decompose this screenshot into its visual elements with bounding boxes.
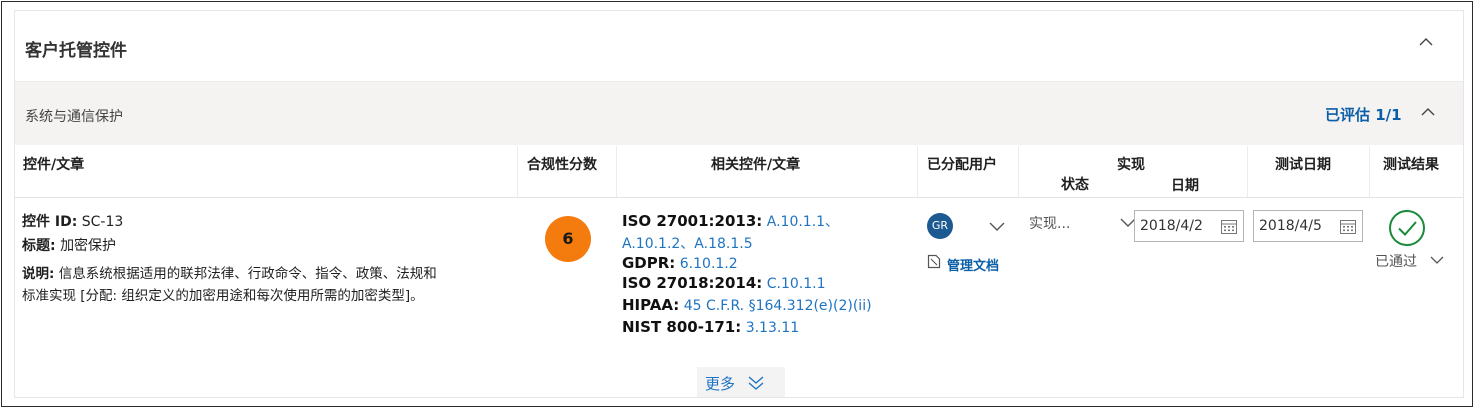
related-control-line: A.10.1.2、A.18.1.5 xyxy=(622,235,753,253)
check-circle-icon xyxy=(1389,210,1425,246)
column-header-implementation[interactable]: 实现 xyxy=(1117,154,1145,174)
user-avatar[interactable]: GR xyxy=(927,213,953,239)
control-description: 说明: 信息系统根据适用的联邦法律、行政命令、指令、政策、法规和 标准实现 [分… xyxy=(22,263,437,307)
column-divider xyxy=(616,146,617,197)
column-divider xyxy=(1018,146,1019,197)
control-title-value: 加密保护 xyxy=(60,238,117,254)
section-header[interactable]: 系统与通信保护 已评估 1/1 xyxy=(15,81,1463,145)
related-article-link[interactable]: 3.13.11 xyxy=(746,320,799,336)
control-description-line2: 标准实现 [分配: 组织定义的加密用途和每次使用所需的加密类型]。 xyxy=(22,288,424,304)
control-description-label: 说明: xyxy=(22,266,55,282)
document-icon xyxy=(927,254,941,269)
compliance-score-badge: 6 xyxy=(545,216,591,262)
column-divider xyxy=(1369,146,1370,197)
column-divider xyxy=(917,146,918,197)
test-date-value: 2018/4/5 xyxy=(1259,218,1322,234)
control-id: 控件 ID: SC-13 xyxy=(22,211,123,233)
column-divider xyxy=(1247,146,1248,197)
customer-managed-controls-panel: 客户托管控件 系统与通信保护 已评估 1/1 控件/文章 合规性分数 相关控件/… xyxy=(14,10,1464,398)
control-id-label: 控件 ID: xyxy=(22,214,78,230)
column-divider xyxy=(517,146,518,197)
column-header-test-result[interactable]: 测试结果 xyxy=(1383,154,1439,174)
section-title: 系统与通信保护 xyxy=(25,109,123,125)
related-article-link[interactable]: 45 C.F.R. §164.312(e)(2)(ii) xyxy=(684,298,872,314)
column-header-related[interactable]: 相关控件/文章 xyxy=(711,154,800,174)
control-id-value: SC-13 xyxy=(81,214,124,230)
column-header-impl-date[interactable]: 日期 xyxy=(1171,175,1199,195)
calendar-icon[interactable] xyxy=(1340,220,1356,234)
column-header-test-date[interactable]: 测试日期 xyxy=(1275,154,1331,174)
assessed-status: 已评估 1/1 xyxy=(1325,106,1402,124)
show-more-button[interactable]: 更多 xyxy=(697,367,785,397)
related-standard: ISO 27001:2013: xyxy=(622,212,763,230)
related-article-link[interactable]: A.10.1.1、 xyxy=(767,214,839,230)
window-frame: 客户托管控件 系统与通信保护 已评估 1/1 控件/文章 合规性分数 相关控件/… xyxy=(1,1,1473,407)
related-control-line: ISO 27018:2014: C.10.1.1 xyxy=(622,274,826,293)
related-control-line: NIST 800-171: 3.13.11 xyxy=(622,318,799,337)
column-header-control[interactable]: 控件/文章 xyxy=(23,154,84,174)
column-header-impl-status[interactable]: 状态 xyxy=(1061,174,1089,194)
chevron-down-icon[interactable] xyxy=(988,219,1006,233)
related-control-line: ISO 27001:2013: A.10.1.1、 xyxy=(622,212,839,231)
show-more-label: 更多 xyxy=(705,375,736,393)
panel-header[interactable]: 客户托管控件 xyxy=(15,11,1463,81)
implementation-date-picker[interactable]: 2018/4/2 xyxy=(1134,210,1244,242)
control-title: 标题: 加密保护 xyxy=(22,235,116,257)
panel-title: 客户托管控件 xyxy=(25,41,127,61)
related-control-line: HIPAA: 45 C.F.R. §164.312(e)(2)(ii) xyxy=(622,296,872,315)
test-date-picker[interactable]: 2018/4/5 xyxy=(1253,210,1363,242)
double-chevron-down-icon xyxy=(748,376,764,390)
related-article-link[interactable]: A.10.1.2、A.18.1.5 xyxy=(622,236,753,252)
related-control-line: GDPR: 6.10.1.2 xyxy=(622,254,738,273)
column-header-assigned-user[interactable]: 已分配用户 xyxy=(927,154,997,174)
related-article-link[interactable]: 6.10.1.2 xyxy=(680,256,738,272)
chevron-up-icon[interactable] xyxy=(1419,103,1437,121)
control-description-line1: 信息系统根据适用的联邦法律、行政命令、指令、政策、法规和 xyxy=(58,266,437,282)
chevron-up-icon[interactable] xyxy=(1417,33,1435,51)
header-divider xyxy=(15,197,1463,198)
implementation-status-value: 实现... xyxy=(1029,216,1071,232)
column-header-score[interactable]: 合规性分数 xyxy=(527,154,597,174)
related-article-link[interactable]: C.10.1.1 xyxy=(767,276,826,292)
manage-documents-link[interactable]: 管理文档 xyxy=(947,255,999,274)
related-standard: HIPAA: xyxy=(622,296,680,314)
calendar-icon[interactable] xyxy=(1221,220,1237,234)
control-title-label: 标题: xyxy=(22,238,56,254)
related-standard: ISO 27018:2014: xyxy=(622,274,763,292)
chevron-down-icon[interactable] xyxy=(1429,254,1445,266)
related-standard: NIST 800-171: xyxy=(622,318,742,336)
related-standard: GDPR: xyxy=(622,254,676,272)
implementation-date-value: 2018/4/2 xyxy=(1140,218,1203,234)
implementation-status-dropdown[interactable]: 实现... xyxy=(1029,211,1141,235)
test-result-dropdown[interactable]: 已通过 xyxy=(1375,251,1417,271)
